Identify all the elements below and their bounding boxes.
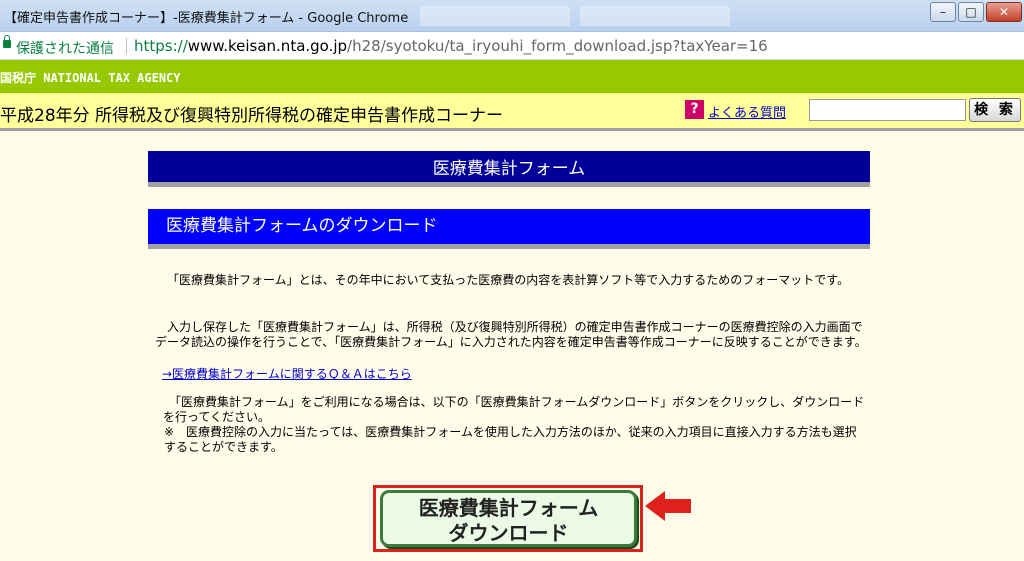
usage-paragraph: 入力し保存した「医療費集計フォーム」は、所得税（及び復興特別所得税）の確定申告書…: [155, 320, 867, 349]
maximize-button[interactable]: □: [958, 2, 984, 22]
url-host: www.keisan.nta.go.jp: [187, 37, 348, 55]
red-arrow-icon: [645, 491, 691, 521]
section-header: 医療費集計フォームのダウンロード: [148, 209, 870, 249]
page-title: 平成28年分 所得税及び復興特別所得税の確定申告書作成コーナー: [0, 106, 504, 126]
download-button[interactable]: 医療費集計フォーム ダウンロード: [380, 490, 637, 547]
url-text[interactable]: https://www.keisan.nta.go.jp/h28/syotoku…: [134, 37, 768, 55]
window-titlebar: 【確定申告書作成コーナー】-医療費集計フォーム - Google Chrome …: [0, 0, 1024, 32]
help-icon[interactable]: ?: [685, 100, 704, 119]
download-button-line2: ダウンロード: [448, 521, 569, 545]
qa-link[interactable]: →医療費集計フォームに関するＱ＆Ａはこちら: [162, 365, 412, 382]
secure-label: 保護された通信: [16, 41, 114, 57]
download-button-line1: 医療費集計フォーム: [418, 496, 599, 520]
minimize-button[interactable]: –: [930, 2, 956, 22]
url-path: /h28/syotoku/ta_iryouhi_form_download.js…: [347, 37, 768, 55]
form-title-banner: 医療費集計フォーム: [148, 151, 870, 187]
download-instructions: 「医療費集計フォーム」をご利用になる場合は、以下の「医療費集計フォームダウンロー…: [163, 395, 865, 424]
agency-label[interactable]: 国税庁 NATIONAL TAX AGENCY: [0, 69, 181, 86]
search-button[interactable]: 検 索: [969, 98, 1021, 122]
lock-icon: [3, 35, 11, 48]
agency-banner: 国税庁 NATIONAL TAX AGENCY: [0, 60, 1024, 93]
search-input[interactable]: [809, 99, 966, 121]
intro-paragraph: 「医療費集計フォーム」とは、その年中において支払った医療費の内容を表計算ソフト等…: [167, 273, 850, 287]
note-paragraph: ※ 医療費控除の入力に当たっては、医療費集計フォームを使用した入力方法のほか、従…: [164, 425, 857, 454]
address-divider: [126, 38, 127, 54]
site-header: 平成28年分 所得税及び復興特別所得税の確定申告書作成コーナー ? よくある質問…: [0, 93, 1024, 131]
window-title: 【確定申告書作成コーナー】-医療費集計フォーム - Google Chrome: [4, 11, 409, 26]
background-tab[interactable]: [580, 6, 730, 26]
background-tab[interactable]: [420, 6, 570, 26]
address-bar[interactable]: 保護された通信 https://www.keisan.nta.go.jp/h28…: [0, 32, 1024, 60]
faq-link[interactable]: よくある質問: [708, 102, 786, 121]
url-scheme: https://: [134, 37, 188, 55]
close-button[interactable]: ✕: [986, 2, 1022, 22]
